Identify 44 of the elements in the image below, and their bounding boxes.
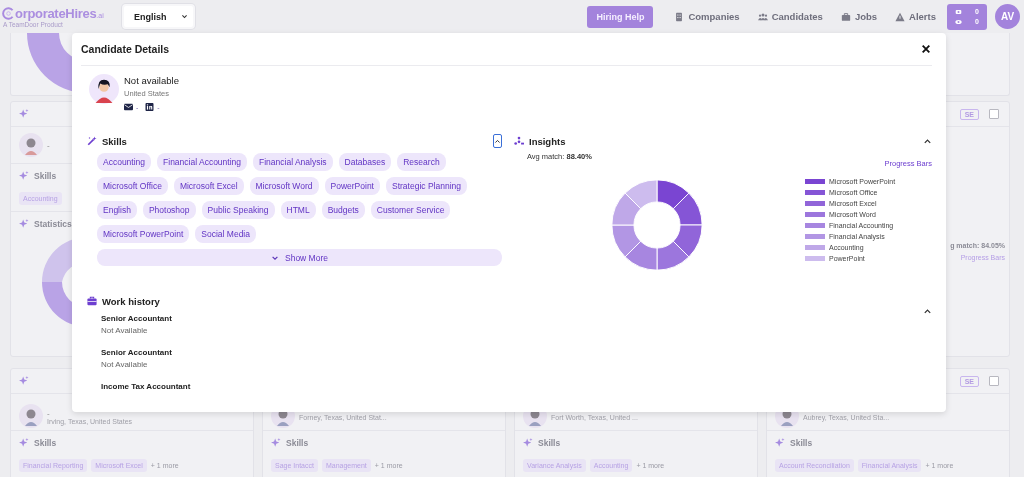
section-title: Skills	[102, 135, 127, 147]
skill-tag: Microsoft Office	[97, 177, 168, 195]
job-title: Income Tax Accountant	[101, 382, 192, 391]
candidate-name: -	[47, 140, 50, 150]
skill-tag: Financial Analysis	[253, 153, 333, 171]
candidate-name: -	[47, 409, 51, 418]
skill-tag: Research	[397, 153, 446, 171]
hiring-help-button[interactable]: Hiring Help	[587, 5, 654, 28]
skill-tag: Financial Accounting	[157, 153, 248, 171]
skill-tag: Strategic Planning	[386, 177, 467, 195]
section-title: Insights	[529, 135, 566, 147]
job-company: Not Available	[101, 326, 149, 335]
skill-tag: Microsoft Excel	[173, 177, 244, 195]
skill-tag: Budgets	[321, 201, 365, 219]
job-title: Senior Accountant	[101, 314, 173, 323]
skill-tag: Photoshop	[142, 201, 196, 219]
skill-tag: Public Speaking	[201, 201, 275, 219]
section-title: Skills	[538, 438, 561, 448]
skill-tag: Customer Service	[370, 201, 451, 219]
skill-tag: Microsoft Word	[249, 177, 319, 195]
job-title: Senior Accountant	[101, 348, 173, 357]
nav-link[interactable]: Candidates	[757, 11, 823, 22]
dialog-title: Candidate Details	[81, 43, 170, 55]
skill-tag: Microsoft PowerPoint	[97, 225, 190, 243]
section-title: Skills	[34, 171, 57, 181]
section-title: Skills	[790, 438, 813, 448]
skill-tag: Accounting	[97, 153, 152, 171]
show-more-button[interactable]: Show More	[97, 249, 502, 266]
section-title: Statistics	[34, 219, 72, 229]
skill-tag: Social Media	[195, 225, 256, 243]
job-company: Not Available	[101, 360, 149, 369]
nav-link[interactable]: Alerts	[895, 11, 936, 22]
nav-link[interactable]: Jobs	[840, 11, 878, 22]
nav-link[interactable]: Companies	[674, 11, 740, 22]
section-title: Work history	[102, 295, 160, 307]
language-select[interactable]: English	[122, 4, 195, 29]
skill-tag: Databases	[338, 153, 392, 171]
user-avatar[interactable]: AV	[995, 4, 1020, 29]
section-title: Skills	[286, 438, 309, 448]
skill-tag: HTML	[280, 201, 316, 219]
candidate-name: Not available	[124, 75, 179, 86]
skill-tag: PowerPoint	[324, 177, 380, 195]
section-title: Skills	[34, 438, 57, 448]
skill-tag: English	[97, 201, 137, 219]
